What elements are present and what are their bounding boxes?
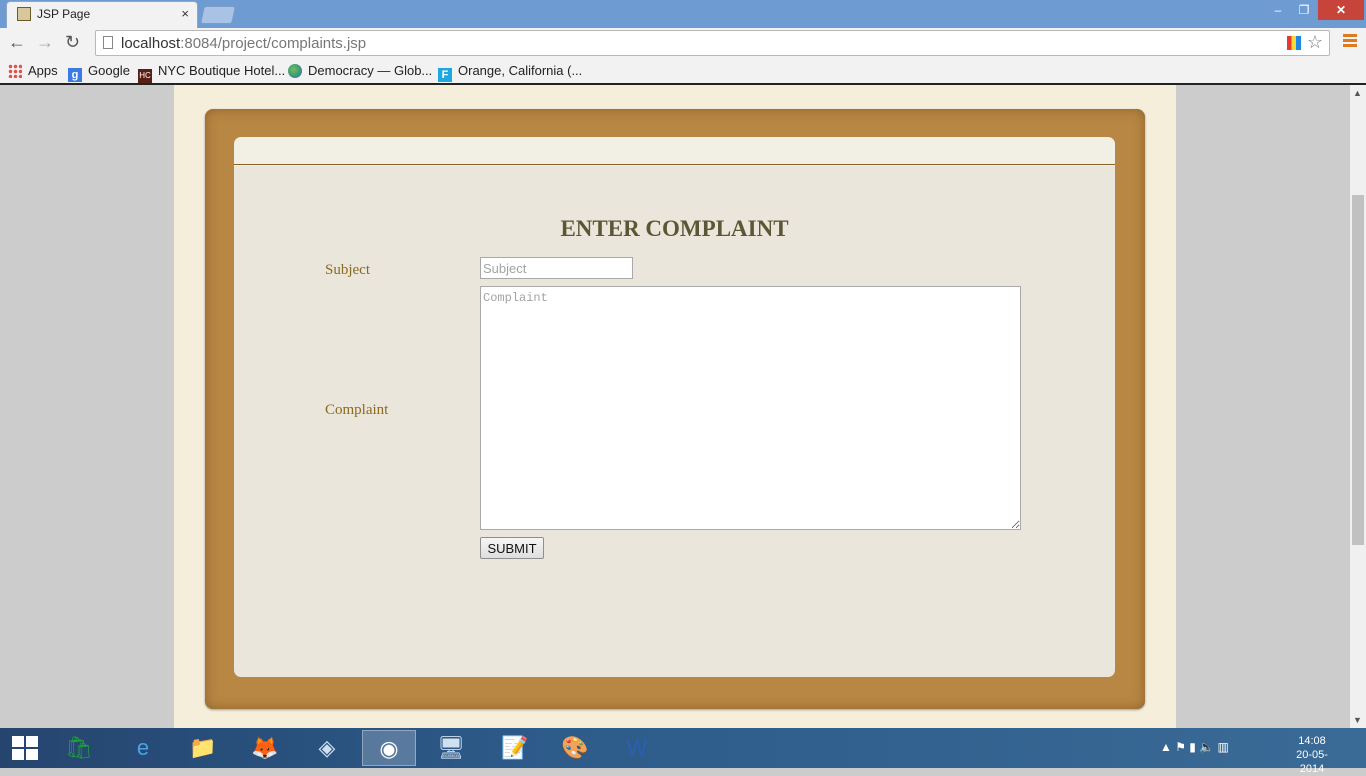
close-window-button[interactable]: ✕ — [1318, 0, 1364, 20]
back-button[interactable]: ← — [8, 32, 26, 53]
complaint-label: Complaint — [325, 402, 389, 418]
bookmark-label: Democracy — Glob... — [308, 63, 433, 78]
bookmark-label: Orange, California (... — [458, 63, 583, 78]
f-icon: F — [438, 68, 452, 82]
start-button[interactable] — [12, 736, 38, 760]
file-explorer-icon[interactable]: 📁 — [176, 730, 230, 766]
reload-button[interactable]: ↻ — [65, 32, 80, 53]
bookmark-nyc-hotel[interactable]: HC NYC Boutique Hotel... — [138, 62, 286, 83]
virtualbox-icon[interactable]: ◈ — [300, 730, 354, 766]
tab-title: JSP Page — [37, 7, 91, 21]
google-icon: g — [68, 68, 82, 82]
new-tab-button[interactable] — [200, 6, 236, 24]
bookmark-google[interactable]: g Google — [68, 62, 130, 82]
url-text[interactable]: localhost:8084/project/complaints.jsp — [121, 35, 366, 52]
address-bar[interactable]: localhost:8084/project/complaints.jsp ☆ — [95, 30, 1330, 56]
tab-jsp-page[interactable]: JSP Page × — [6, 1, 198, 28]
url-host: localhost — [121, 35, 181, 52]
windows-logo-icon — [12, 736, 24, 747]
scroll-up-arrow-icon[interactable]: ▲ — [1353, 88, 1362, 98]
complaint-textarea[interactable] — [480, 286, 1021, 530]
corkboard-frame: ENTER COMPLAINT Subject Complaint SUBMIT — [205, 109, 1145, 709]
paper-header-strip — [234, 137, 1115, 167]
windows-taskbar: 🛍 e 📁 🦊 ◈ ◉ 🖥 📝 🎨 W ▲ ⚑ ▮ 🔈 ▥ 14:08 20-05-2014 — [0, 728, 1366, 775]
bookmark-label: Apps — [28, 63, 58, 78]
editor-icon[interactable]: 📝 — [488, 730, 542, 766]
url-path: :8084/project/complaints.jsp — [180, 35, 367, 52]
restore-button[interactable]: ❐ — [1292, 0, 1316, 20]
firefox-icon[interactable]: 🦊 — [238, 730, 292, 766]
paint-icon[interactable]: 🎨 — [548, 730, 602, 766]
windows-logo-pane — [26, 749, 38, 760]
chrome-menu-icon[interactable] — [1343, 34, 1357, 48]
subject-input[interactable] — [480, 257, 633, 279]
bookmark-label: Google — [88, 63, 130, 78]
tab-close-icon[interactable]: × — [181, 6, 189, 21]
bookmark-star-icon[interactable]: ☆ — [1307, 32, 1323, 53]
page-column: ENTER COMPLAINT Subject Complaint SUBMIT — [174, 85, 1176, 728]
vertical-scrollbar[interactable]: ▲ ▼ — [1350, 85, 1366, 728]
apps-grid-icon — [8, 64, 22, 78]
submit-button[interactable]: SUBMIT — [480, 537, 544, 559]
hc-icon: HC — [138, 69, 152, 83]
bookmark-orange-california[interactable]: F Orange, California (... — [438, 62, 583, 82]
page-favicon-icon — [17, 7, 31, 21]
minimize-button[interactable]: – — [1266, 0, 1290, 20]
clock[interactable]: 14:08 20-05-2014 — [1288, 734, 1336, 776]
scrollbar-thumb[interactable] — [1352, 195, 1364, 545]
bookmark-apps[interactable]: Apps — [8, 62, 58, 80]
browser-toolbar: ← → ↻ localhost:8084/project/complaints.… — [0, 28, 1366, 58]
page-icon — [103, 36, 113, 49]
extension-icon[interactable] — [1287, 36, 1301, 50]
forward-button[interactable]: → — [36, 32, 54, 53]
scroll-down-arrow-icon[interactable]: ▼ — [1353, 715, 1362, 725]
system-tray-icons[interactable]: ▲ ⚑ ▮ 🔈 ▥ — [1160, 740, 1229, 754]
bookmarks-bar: Apps g Google HC NYC Boutique Hotel... Dem… — [0, 58, 1366, 85]
remote-desktop-icon[interactable]: 🖥 — [424, 730, 478, 766]
subject-label: Subject — [325, 262, 370, 278]
page-title: ENTER COMPLAINT — [560, 216, 789, 241]
clock-date: 20-05-2014 — [1296, 749, 1328, 775]
complaint-form-panel: ENTER COMPLAINT Subject Complaint SUBMIT — [234, 166, 1115, 677]
clock-time: 14:08 — [1298, 735, 1326, 747]
bookmark-label: NYC Boutique Hotel... — [158, 63, 286, 78]
internet-explorer-icon[interactable]: e — [116, 730, 170, 766]
globe-icon — [288, 64, 302, 78]
title-bar: JSP Page × – ❐ ✕ — [0, 0, 1366, 28]
store-icon[interactable]: 🛍 — [52, 730, 106, 766]
windows-logo-pane — [26, 736, 38, 747]
word-icon[interactable]: W — [610, 730, 664, 766]
chrome-icon[interactable]: ◉ — [362, 730, 416, 766]
page-viewport: ENTER COMPLAINT Subject Complaint SUBMIT — [0, 85, 1350, 728]
windows-logo-pane — [12, 749, 24, 760]
bookmark-democracy[interactable]: Democracy — Glob... — [288, 62, 432, 80]
